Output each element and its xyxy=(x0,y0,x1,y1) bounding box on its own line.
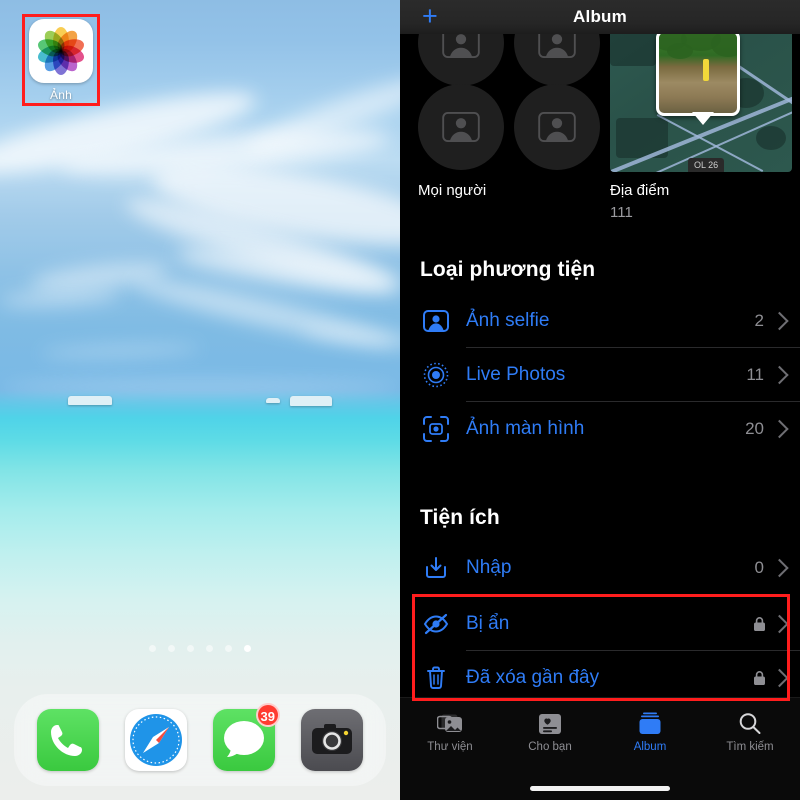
row-label: Ảnh màn hình xyxy=(466,418,585,439)
row-count: 11 xyxy=(746,365,764,384)
ios-home-screen: Ảnh 39 xyxy=(0,0,400,800)
page-dot[interactable] xyxy=(206,645,213,652)
lock-icon xyxy=(754,671,765,685)
photos-app-shortcut[interactable]: Ảnh xyxy=(27,19,95,102)
screenshot-root: Ảnh 39 OL 26 Mọi người Địa điểm 111 Loại… xyxy=(0,0,800,800)
dock-item-camera[interactable] xyxy=(301,709,363,771)
people-album-caption: Mọi người xyxy=(418,182,487,199)
photo-stack-icon xyxy=(400,710,500,737)
tab-label: Album xyxy=(633,741,667,753)
tab-search[interactable]: Tìm kiếm xyxy=(700,710,800,753)
page-dot[interactable] xyxy=(225,645,232,652)
tab-label: Cho bạn xyxy=(528,741,572,753)
row-anh-selfie[interactable]: Ảnh selfie 2 xyxy=(400,294,800,348)
row-count: 20 xyxy=(745,419,764,438)
chevron-right-icon xyxy=(770,419,789,439)
tab-bar: Thư viện Cho bạn Album Tìm kiếm xyxy=(400,697,800,800)
navigation-bar: + Album xyxy=(400,0,800,34)
section-title-utilities: Tiện ích xyxy=(420,506,500,529)
page-dots[interactable] xyxy=(0,645,400,652)
tab-label: Thư viện xyxy=(427,741,473,753)
selfie-icon xyxy=(423,310,449,332)
eye-slash-icon xyxy=(423,613,449,635)
map-scale-label: OL 26 xyxy=(688,158,725,172)
boat xyxy=(290,396,332,406)
dock-item-safari[interactable] xyxy=(125,709,187,771)
row-count: 0 xyxy=(754,558,764,577)
person-circle[interactable] xyxy=(514,84,600,170)
chevron-right-icon xyxy=(770,311,789,331)
page-dot[interactable] xyxy=(168,645,175,652)
row-bi-an[interactable]: Bị ẩn xyxy=(400,597,800,651)
messages-badge: 39 xyxy=(255,703,280,727)
page-title: Album xyxy=(573,7,627,26)
page-dot[interactable] xyxy=(149,645,156,652)
section-title-media-types: Loại phương tiện xyxy=(420,258,596,281)
for-you-card-icon xyxy=(500,710,600,737)
phone-icon xyxy=(51,725,82,756)
top-albums-grid: OL 26 Mọi người Địa điểm 111 xyxy=(400,0,800,221)
dock-item-messages[interactable]: 39 xyxy=(213,703,280,771)
tab-albums[interactable]: Album xyxy=(600,710,700,753)
screenshot-icon xyxy=(423,416,449,442)
places-album-count: 111 xyxy=(610,204,633,221)
places-album-caption: Địa điểm xyxy=(610,182,670,199)
boat xyxy=(266,398,280,403)
row-label: Bị ẩn xyxy=(466,613,510,634)
people-album-thumbnail[interactable] xyxy=(418,0,604,182)
tab-label: Tìm kiếm xyxy=(726,741,774,753)
dock: 39 xyxy=(14,694,386,786)
row-label: Đã xóa gần đây xyxy=(466,667,600,688)
person-placeholder-icon xyxy=(442,112,480,142)
page-dot[interactable] xyxy=(244,645,251,652)
home-indicator xyxy=(530,786,670,791)
row-label: Ảnh selfie xyxy=(466,310,550,331)
row-anh-man-hinh[interactable]: Ảnh màn hình 20 xyxy=(400,402,800,456)
albums-scroll-area[interactable]: OL 26 Mọi người Địa điểm 111 Loại phương… xyxy=(400,0,800,800)
search-icon xyxy=(700,710,800,737)
person-placeholder-icon xyxy=(538,112,576,142)
lock-icon xyxy=(754,617,765,631)
chevron-right-icon xyxy=(770,668,789,688)
photos-app-screen: OL 26 Mọi người Địa điểm 111 Loại phương… xyxy=(400,0,800,800)
cloud-streak xyxy=(0,380,400,394)
albums-stack-icon xyxy=(600,710,700,737)
row-label: Nhập xyxy=(466,557,512,578)
chevron-right-icon xyxy=(770,614,789,634)
chevron-right-icon xyxy=(770,365,789,385)
row-nhap[interactable]: Nhập 0 xyxy=(400,541,800,595)
boat xyxy=(68,396,112,405)
import-icon xyxy=(426,557,446,578)
person-circle[interactable] xyxy=(418,84,504,170)
trash-icon xyxy=(427,666,445,689)
pin-tail xyxy=(692,112,714,125)
places-album-thumbnail[interactable]: OL 26 xyxy=(610,22,792,172)
photos-app-label: Ảnh xyxy=(50,88,72,102)
safari-compass-icon xyxy=(130,714,182,766)
chevron-right-icon xyxy=(770,558,789,578)
tab-for-you[interactable]: Cho bạn xyxy=(500,710,600,753)
add-album-button[interactable]: + xyxy=(422,3,438,30)
row-count: 2 xyxy=(754,311,764,330)
row-label: Live Photos xyxy=(466,364,566,385)
dock-item-phone[interactable] xyxy=(37,709,99,771)
tab-library[interactable]: Thư viện xyxy=(400,710,500,753)
photos-app-icon[interactable] xyxy=(29,19,93,83)
camera-icon xyxy=(312,724,352,754)
places-photo-pin xyxy=(656,30,740,116)
live-photo-icon xyxy=(423,362,449,388)
row-live-photos[interactable]: Live Photos 11 xyxy=(400,348,800,402)
page-dot[interactable] xyxy=(187,645,194,652)
